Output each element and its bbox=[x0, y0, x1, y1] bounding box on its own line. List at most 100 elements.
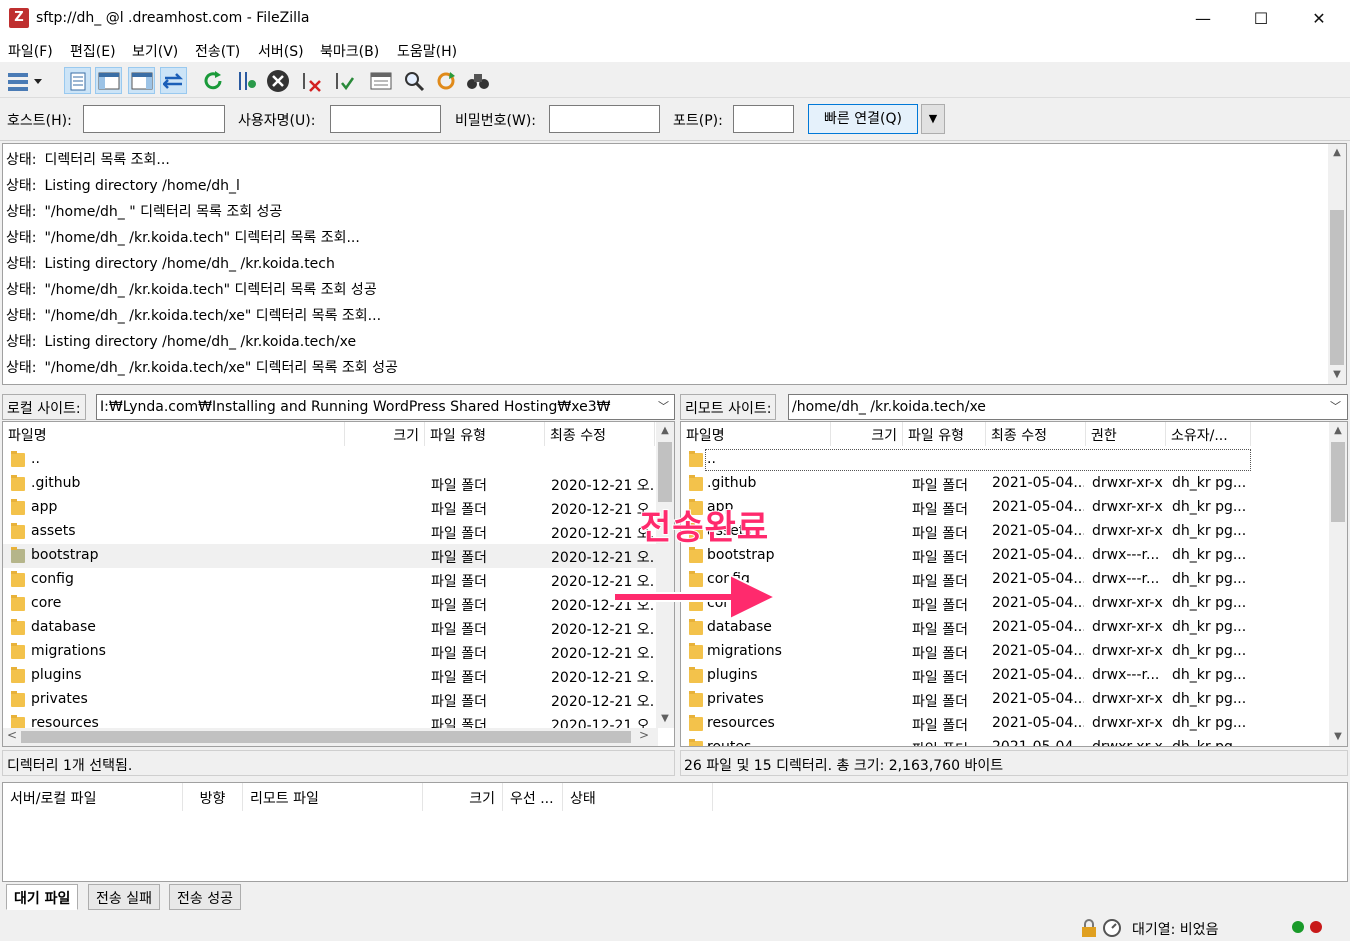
menu-edit[interactable]: 편집(E) bbox=[70, 41, 116, 61]
menu-file[interactable]: 파일(F) bbox=[8, 41, 53, 61]
remote-file-list: 파일명 크기 파일 유형 최종 수정 권한 소유자/... .. .github 파… bbox=[680, 421, 1348, 747]
password-input[interactable] bbox=[549, 105, 660, 133]
refresh-button[interactable] bbox=[199, 67, 226, 94]
col-size[interactable]: 크기 bbox=[345, 422, 425, 446]
local-hscroll-thumb[interactable] bbox=[21, 731, 631, 743]
cell-type: 파일 폴더 bbox=[431, 574, 487, 590]
tab-successful-transfers[interactable]: 전송 성공 bbox=[169, 884, 241, 910]
col-filename[interactable]: 파일명 bbox=[681, 422, 831, 446]
table-row[interactable]: database 파일 폴더 2020-12-21 오... bbox=[3, 616, 658, 640]
close-button[interactable]: ✕ bbox=[1290, 0, 1348, 38]
scroll-down-icon[interactable]: ▼ bbox=[656, 710, 674, 728]
scroll-left-icon[interactable]: < bbox=[7, 728, 17, 742]
queue-col-local-file[interactable]: 서버/로컬 파일 bbox=[3, 783, 183, 811]
remote-scrollbar[interactable]: ▲ ▼ bbox=[1329, 422, 1347, 746]
queue-col-size[interactable]: 크기 bbox=[423, 783, 503, 811]
local-hscrollbar[interactable]: < > bbox=[3, 728, 658, 746]
queue-col-remote-file[interactable]: 리모트 파일 bbox=[243, 783, 423, 811]
table-row[interactable]: plugins 파일 폴더 2020-12-21 오... bbox=[3, 664, 658, 688]
table-row[interactable]: resources 파일 폴더 2021-05-04... drwxr-xr-x dh_… bbox=[681, 712, 1331, 736]
table-row[interactable]: migrations 파일 폴더 2020-12-21 오... bbox=[3, 640, 658, 664]
table-row[interactable]: .. bbox=[681, 448, 1331, 472]
password-label: 비밀번호(W): bbox=[455, 113, 537, 129]
queue-col-priority[interactable]: 우선 ... bbox=[503, 783, 563, 811]
minimize-button[interactable]: — bbox=[1174, 0, 1232, 38]
log-scrollbar[interactable]: ▲ ▼ bbox=[1328, 144, 1346, 384]
col-size[interactable]: 크기 bbox=[831, 422, 903, 446]
table-row[interactable]: assets 파일 폴더 2021-05-04... drwxr-xr-x dh_kr … bbox=[681, 520, 1331, 544]
queue-col-direction[interactable]: 방향 bbox=[183, 783, 243, 811]
process-queue-button[interactable] bbox=[232, 67, 259, 94]
table-row[interactable]: config 파일 폴더 2020-12-21 오... bbox=[3, 568, 658, 592]
chevron-down-icon[interactable]: ﹀ bbox=[1330, 398, 1341, 414]
table-row[interactable]: migrations 파일 폴더 2021-05-04... drwxr-xr-x dh… bbox=[681, 640, 1331, 664]
table-row[interactable]: core 파일 폴더 2020-12-21 오... bbox=[3, 592, 658, 616]
disconnect-button[interactable] bbox=[297, 67, 324, 94]
menu-view[interactable]: 보기(V) bbox=[132, 41, 178, 61]
col-filename[interactable]: 파일명 bbox=[3, 422, 345, 446]
toggle-local-tree-button[interactable] bbox=[95, 67, 122, 94]
toggle-remote-tree-button[interactable] bbox=[128, 67, 155, 94]
remote-scroll-thumb[interactable] bbox=[1331, 442, 1345, 522]
scroll-right-icon[interactable]: > bbox=[639, 728, 649, 742]
host-input[interactable] bbox=[83, 105, 225, 133]
table-row[interactable]: bootstrap 파일 폴더 2020-12-21 오... bbox=[3, 544, 658, 568]
col-modified[interactable]: 최종 수정 bbox=[545, 422, 655, 446]
scroll-up-icon[interactable]: ▲ bbox=[656, 422, 674, 440]
quickconnect-history-dropdown[interactable]: ▼ bbox=[921, 104, 945, 134]
table-row[interactable]: .github 파일 폴더 2021-05-04... drwxr-xr-x dh_kr… bbox=[681, 472, 1331, 496]
table-row[interactable]: assets 파일 폴더 2020-12-21 오... bbox=[3, 520, 658, 544]
sync-browse-button[interactable] bbox=[432, 67, 459, 94]
remote-path-input[interactable]: /home/dh_ /kr.koida.tech/xe bbox=[788, 394, 1348, 420]
menu-transfer[interactable]: 전송(T) bbox=[195, 41, 240, 61]
cell-name: bootstrap bbox=[31, 547, 99, 563]
table-row[interactable]: privates 파일 폴더 2021-05-04... drwxr-xr-x dh_k… bbox=[681, 688, 1331, 712]
reconnect-button[interactable] bbox=[330, 67, 357, 94]
tab-failed-transfers[interactable]: 전송 실패 bbox=[88, 884, 160, 910]
cell-perm: drwxr-xr-x bbox=[1092, 739, 1163, 747]
search-button[interactable] bbox=[400, 67, 427, 94]
log-text: "/home/dh_ /kr.koida.tech" 디렉터리 목록 조회 성공 bbox=[44, 282, 377, 298]
table-row[interactable]: plugins 파일 폴더 2021-05-04... drwx---r... dh_k… bbox=[681, 664, 1331, 688]
table-row[interactable]: app 파일 폴더 2021-05-04... drwxr-xr-x dh_kr pg.… bbox=[681, 496, 1331, 520]
quickconnect-button[interactable]: 빠른 연결(Q) bbox=[808, 104, 918, 134]
maximize-button[interactable]: ☐ bbox=[1232, 0, 1290, 38]
table-row[interactable]: app 파일 폴더 2020-12-21 오... bbox=[3, 496, 658, 520]
table-row[interactable]: .. bbox=[3, 448, 658, 472]
site-manager-button[interactable] bbox=[5, 67, 45, 94]
local-scroll-thumb[interactable] bbox=[658, 442, 672, 502]
cancel-operation-button[interactable] bbox=[264, 67, 291, 94]
cell-name: .. bbox=[31, 451, 40, 467]
cell-type: 파일 폴더 bbox=[912, 526, 968, 542]
col-modified[interactable]: 최종 수정 bbox=[986, 422, 1086, 446]
cell-name: privates bbox=[31, 691, 88, 707]
log-scroll-thumb[interactable] bbox=[1330, 210, 1344, 365]
menu-help[interactable]: 도움말(H) bbox=[397, 41, 457, 61]
toggle-log-button[interactable] bbox=[64, 67, 91, 94]
scroll-down-icon[interactable]: ▼ bbox=[1329, 728, 1347, 746]
directory-listing-filter-button[interactable] bbox=[367, 67, 394, 94]
local-path-input[interactable]: I:₩Lynda.com₩Installing and Running Word… bbox=[96, 394, 675, 420]
port-input[interactable] bbox=[733, 105, 794, 133]
col-permissions[interactable]: 권한 bbox=[1086, 422, 1166, 446]
menu-server[interactable]: 서버(S) bbox=[258, 41, 304, 61]
chevron-down-icon[interactable]: ﹀ bbox=[658, 398, 669, 414]
table-row[interactable]: .github 파일 폴더 2020-12-21 오... bbox=[3, 472, 658, 496]
tab-queued-files[interactable]: 대기 파일 bbox=[6, 884, 79, 910]
username-input[interactable] bbox=[330, 105, 441, 133]
col-type[interactable]: 파일 유형 bbox=[903, 422, 986, 446]
scroll-down-icon[interactable]: ▼ bbox=[1328, 366, 1346, 384]
scroll-up-icon[interactable]: ▲ bbox=[1328, 144, 1346, 162]
scroll-up-icon[interactable]: ▲ bbox=[1329, 422, 1347, 440]
toggle-queue-button[interactable] bbox=[160, 67, 187, 94]
cell-type: 파일 폴더 bbox=[912, 646, 968, 662]
table-row[interactable]: routes 파일 폴더 2021-05-04... drwxr-xr-x dh_kr … bbox=[681, 736, 1331, 747]
speed-limit-icon[interactable] bbox=[1102, 918, 1122, 938]
cell-type: 파일 폴더 bbox=[431, 670, 487, 686]
col-owner[interactable]: 소유자/... bbox=[1166, 422, 1251, 446]
find-files-button[interactable] bbox=[464, 67, 491, 94]
table-row[interactable]: privates 파일 폴더 2020-12-21 오... bbox=[3, 688, 658, 712]
menu-bookmarks[interactable]: 북마크(B) bbox=[320, 41, 379, 61]
queue-col-status[interactable]: 상태 bbox=[563, 783, 713, 811]
col-type[interactable]: 파일 유형 bbox=[425, 422, 545, 446]
